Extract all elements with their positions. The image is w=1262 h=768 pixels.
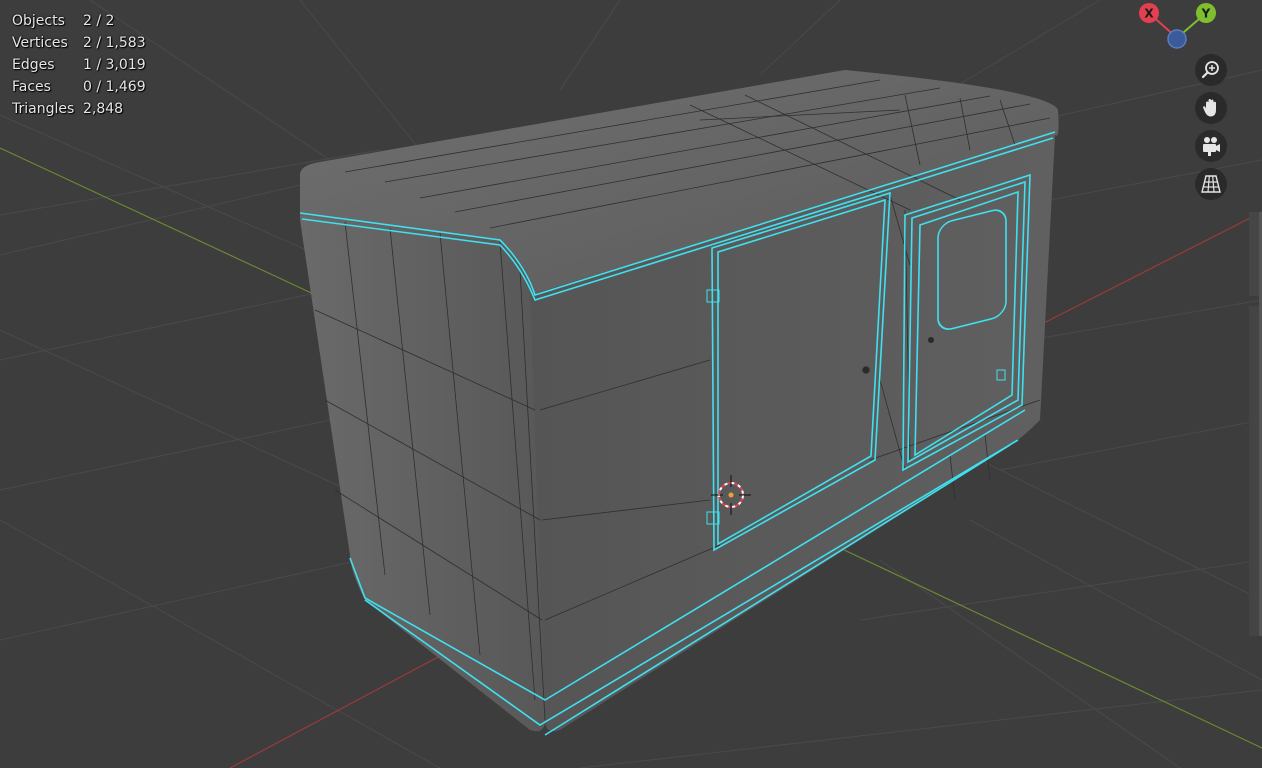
stat-row-objects: Objects 2 / 2 — [12, 10, 146, 32]
stat-value: 2 / 2 — [83, 13, 115, 29]
y-axis-handle[interactable]: Y — [1196, 3, 1216, 23]
stat-label: Faces — [12, 79, 51, 95]
stat-label: Objects — [12, 13, 65, 29]
stat-label: Vertices — [12, 35, 68, 51]
y-axis-label: Y — [1201, 7, 1211, 21]
sidebar-edge[interactable] — [1249, 0, 1262, 768]
x-axis-handle[interactable]: X — [1139, 3, 1159, 23]
stat-row-edges: Edges 1 / 3,019 — [12, 54, 146, 76]
scene-statistics: Objects 2 / 2 Vertices 2 / 1,583 Edges 1… — [12, 10, 146, 120]
door-handle-2 — [928, 337, 934, 343]
door-handle — [861, 365, 871, 375]
zoom-icon — [1201, 61, 1219, 79]
stat-value: 0 / 1,469 — [83, 79, 146, 95]
x-axis-label: X — [1144, 7, 1154, 21]
stat-value: 2 / 1,583 — [83, 35, 146, 51]
end-face — [300, 215, 545, 732]
3d-viewport[interactable]: Objects 2 / 2 Vertices 2 / 1,583 Edges 1… — [0, 0, 1262, 768]
stat-label: Edges — [12, 57, 55, 73]
camera-view-button[interactable] — [1195, 130, 1227, 162]
navigation-gizmo[interactable]: X Y — [1125, 0, 1235, 60]
stat-label: Triangles — [12, 101, 75, 117]
stat-row-triangles: Triangles 2,848 — [12, 98, 146, 120]
camera-icon — [1203, 137, 1220, 156]
perspective-toggle-button[interactable] — [1195, 168, 1227, 200]
perspective-grid-icon — [1201, 175, 1221, 193]
pan-button[interactable] — [1195, 92, 1227, 124]
stat-value: 2,848 — [83, 101, 124, 117]
stat-row-vertices: Vertices 2 / 1,583 — [12, 32, 146, 54]
hand-pan-icon — [1203, 99, 1216, 117]
stat-value: 1 / 3,019 — [83, 57, 146, 73]
z-axis-handle[interactable] — [1167, 29, 1187, 49]
zoom-button[interactable] — [1195, 54, 1227, 86]
container-mesh — [300, 70, 1059, 732]
scene-canvas[interactable] — [0, 0, 1262, 768]
stat-row-faces: Faces 0 / 1,469 — [12, 76, 146, 98]
